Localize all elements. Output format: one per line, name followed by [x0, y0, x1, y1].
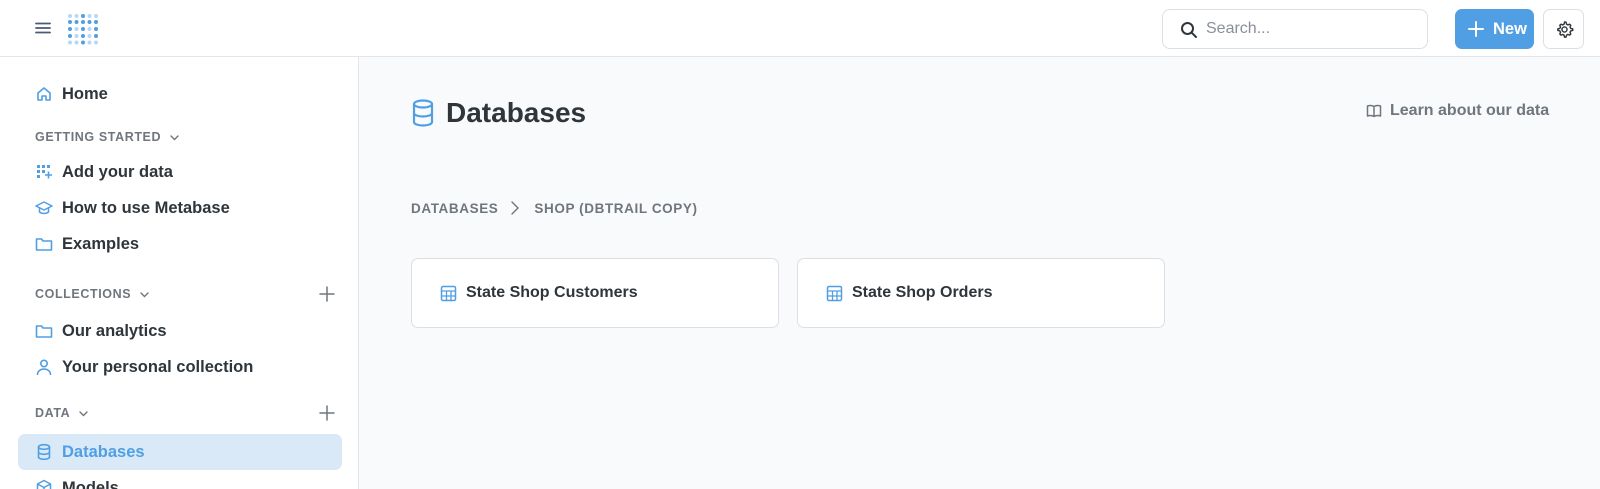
sidebar-item-label: Our analytics	[62, 321, 167, 340]
folder-icon	[35, 322, 53, 340]
top-bar: New	[0, 0, 1600, 57]
table-card-customers[interactable]: State Shop Customers	[411, 258, 779, 328]
cube-icon	[35, 479, 53, 489]
chevron-right-icon	[508, 200, 522, 216]
search-input[interactable]	[1206, 18, 1416, 40]
breadcrumb: DATABASES SHOP (DBTRAIL COPY)	[411, 200, 698, 216]
section-title: GETTING STARTED	[35, 130, 162, 144]
sidebar-item-home[interactable]: Home	[18, 76, 342, 112]
learn-link-label: Learn about our data	[1390, 102, 1550, 119]
folder-icon	[35, 235, 53, 253]
chevron-down-icon	[78, 408, 89, 419]
sidebar-item-label: Models	[62, 478, 119, 489]
main-content: Databases Learn about our data DATABASES…	[360, 57, 1600, 489]
sidebar-item-models[interactable]: Models	[18, 470, 342, 489]
sidebar-toggle-icon[interactable]	[33, 18, 53, 38]
section-collections[interactable]: COLLECTIONS	[35, 284, 150, 304]
section-title: COLLECTIONS	[35, 287, 132, 301]
chevron-down-icon	[139, 289, 150, 300]
learn-about-data-link[interactable]: Learn about our data	[1366, 102, 1549, 120]
sidebar-item-label: Home	[62, 84, 108, 103]
table-card-label: State Shop Orders	[852, 284, 993, 301]
page-header: Databases	[412, 97, 586, 129]
settings-button[interactable]	[1543, 9, 1584, 49]
book-icon	[1366, 103, 1382, 119]
person-icon	[35, 358, 53, 376]
section-title: DATA	[35, 406, 71, 420]
add-data-source-icon[interactable]	[318, 404, 336, 422]
database-icon	[35, 443, 53, 461]
database-icon	[412, 99, 434, 127]
sidebar-item-examples[interactable]: Examples	[18, 226, 342, 262]
sidebar-item-our-analytics[interactable]: Our analytics	[18, 313, 342, 349]
sidebar-item-how-to-use[interactable]: How to use Metabase	[18, 190, 342, 226]
table-icon	[826, 285, 843, 302]
breadcrumb-databases[interactable]: DATABASES	[411, 201, 498, 216]
sidebar-item-databases[interactable]: Databases	[18, 434, 342, 470]
add-collection-icon[interactable]	[318, 285, 336, 303]
table-icon	[440, 285, 457, 302]
graduation-cap-icon	[35, 199, 53, 217]
search-icon	[1180, 21, 1198, 39]
sidebar-item-add-data[interactable]: Add your data	[18, 154, 342, 190]
table-card-label: State Shop Customers	[466, 284, 638, 301]
plus-icon	[1467, 20, 1485, 38]
sidebar-item-personal-collection[interactable]: Your personal collection	[18, 349, 342, 385]
new-button-label: New	[1493, 19, 1527, 38]
metabase-logo[interactable]	[67, 13, 99, 45]
home-icon	[35, 85, 53, 103]
sidebar-item-label: Databases	[62, 442, 145, 461]
new-button[interactable]: New	[1455, 9, 1534, 49]
sidebar-item-label: Add your data	[62, 162, 173, 181]
chevron-down-icon	[169, 132, 180, 143]
page-title: Databases	[446, 97, 587, 128]
sidebar-item-label: Your personal collection	[62, 357, 254, 376]
section-data[interactable]: DATA	[35, 403, 89, 423]
breadcrumb-current: SHOP (DBTRAIL COPY)	[534, 200, 698, 216]
table-card-orders[interactable]: State Shop Orders	[797, 258, 1165, 328]
section-getting-started[interactable]: GETTING STARTED	[35, 127, 180, 147]
add-data-icon	[35, 163, 53, 181]
sidebar: Home GETTING STARTED Add your data How t…	[0, 57, 359, 489]
sidebar-item-label: How to use Metabase	[62, 198, 230, 217]
sidebar-item-label: Examples	[62, 234, 140, 253]
search-box[interactable]	[1162, 9, 1428, 49]
gear-icon	[1557, 21, 1574, 38]
